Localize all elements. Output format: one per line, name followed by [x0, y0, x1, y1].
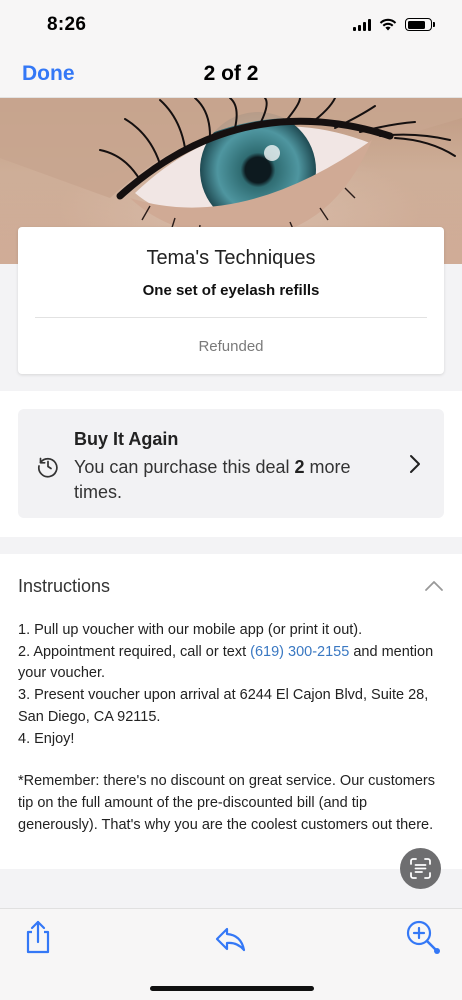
buy-again-button[interactable]: Buy It Again You can purchase this deal …	[18, 409, 444, 518]
divider	[35, 317, 427, 318]
share-icon[interactable]	[21, 919, 55, 955]
phone-link[interactable]: (619) 300-2155	[250, 644, 349, 660]
chevron-right-icon	[410, 455, 420, 473]
voucher-status: Refunded	[198, 338, 264, 355]
instruction-step-1: 1. Pull up voucher with our mobile app (…	[18, 622, 363, 638]
cellular-signal-icon	[353, 18, 371, 31]
deal-card: Tema's Techniques One set of eyelash ref…	[18, 227, 444, 374]
done-button[interactable]: Done	[22, 62, 75, 86]
instructions-body: 1. Pull up voucher with our mobile app (…	[18, 620, 438, 836]
navigation-bar: 2 of 2 Done	[0, 50, 462, 98]
status-icons	[353, 18, 435, 31]
wifi-icon	[379, 18, 397, 31]
instruction-step-4: 4. Enjoy!	[18, 730, 75, 747]
instruction-note: *Remember: there's no discount on great …	[18, 773, 436, 833]
instructions-header[interactable]: Instructions	[18, 576, 110, 597]
home-indicator	[150, 986, 314, 991]
buy-again-description: You can purchase this deal 2 more times.	[74, 457, 351, 502]
clock-time: 8:26	[47, 14, 87, 35]
history-clock-icon	[38, 457, 58, 478]
merchant-name: Tema's Techniques	[146, 247, 316, 269]
status-bar: 8:26	[0, 0, 462, 50]
deal-title: One set of eyelash refills	[142, 282, 320, 299]
instruction-step-2: 2. Appointment required, call or text (6…	[18, 643, 434, 682]
live-text-scan-button[interactable]	[400, 848, 441, 889]
zoom-markup-icon[interactable]	[404, 919, 442, 955]
text-scan-icon	[410, 858, 431, 879]
battery-icon	[405, 18, 435, 31]
reply-icon[interactable]	[213, 919, 247, 955]
remaining-count: 2	[294, 457, 305, 477]
chevron-up-icon[interactable]	[424, 580, 444, 592]
buy-again-title: Buy It Again	[74, 429, 179, 449]
instruction-step-3: 3. Present voucher upon arrival at 6244 …	[18, 687, 429, 725]
